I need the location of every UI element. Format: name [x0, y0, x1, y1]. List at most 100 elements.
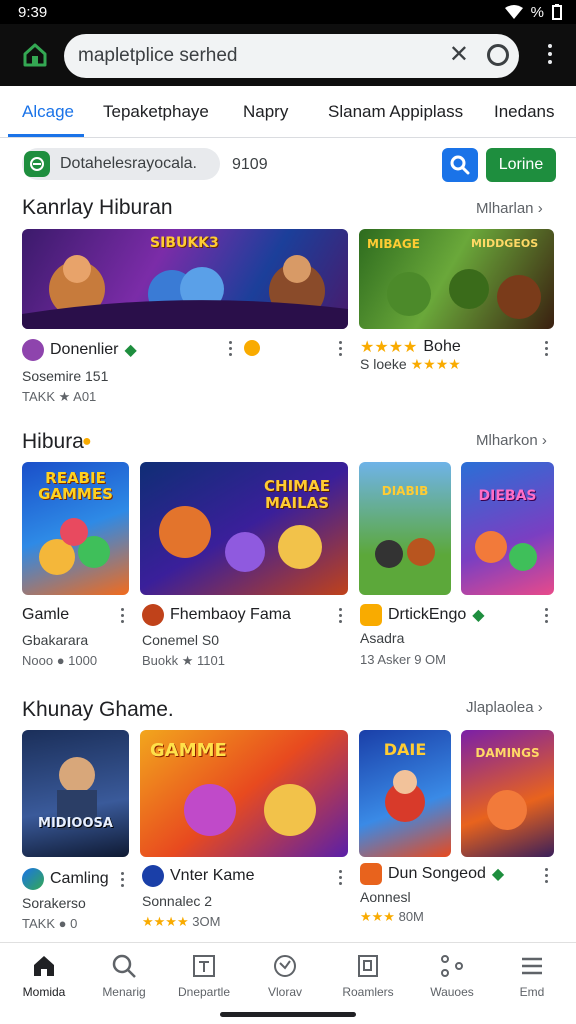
- home-button[interactable]: [20, 40, 50, 70]
- game-thumbnail[interactable]: GAMME: [140, 730, 348, 857]
- verified-icon: ◆: [472, 607, 485, 624]
- game-title[interactable]: Vnter Kame: [142, 865, 254, 887]
- login-button[interactable]: Lorine: [486, 148, 556, 182]
- developer-avatar: [360, 604, 382, 626]
- star-rating-icon: ★★★★: [142, 914, 189, 929]
- game-subtitle: Conemel S0: [142, 632, 220, 648]
- nav-item-menarig[interactable]: Menarig: [84, 953, 164, 999]
- game-title[interactable]: ★★★★ Bohe: [360, 337, 461, 357]
- thumb-art-text: DAMINGS: [475, 746, 540, 760]
- game-subtitle: Aonnesl: [360, 889, 411, 905]
- nav-item-emd[interactable]: Emd: [492, 953, 572, 999]
- thumb-art-text: CHIMAE MAILAS: [264, 477, 330, 512]
- more-options-icon[interactable]: [121, 608, 124, 623]
- game-title[interactable]: Fhembaoy Fama: [142, 604, 291, 626]
- game-thumbnail[interactable]: CHIMAE MAILAS: [140, 462, 348, 595]
- developer-avatar: [22, 339, 44, 361]
- star-rating-icon: ★★★★: [410, 356, 461, 372]
- section-more-link[interactable]: Mlharlan ›: [476, 200, 543, 217]
- game-banner[interactable]: MIBAGE MIDDGEOS: [359, 229, 554, 329]
- game-thumbnail[interactable]: REABIE GAMMES: [22, 462, 129, 595]
- game-subtitle: Sosemire 151: [22, 368, 109, 384]
- section-title: Kanrlay Hiburan: [22, 196, 173, 219]
- chip-label: Dotahelesrayocala.: [60, 155, 197, 172]
- game-title[interactable]: Gamle: [22, 606, 69, 624]
- developer-avatar: [142, 604, 164, 626]
- game-title[interactable]: Dun Songeod ◆: [360, 863, 504, 885]
- verified-icon: ◆: [124, 342, 137, 359]
- game-thumbnail[interactable]: DAIE: [359, 730, 451, 857]
- game-title[interactable]: Camling: [22, 868, 109, 890]
- nav-item-roamlers[interactable]: Roamlers: [328, 953, 408, 999]
- tab-tepaketphaye[interactable]: Tepaketphaye: [103, 102, 209, 122]
- more-options-icon[interactable]: [545, 868, 548, 883]
- clear-url-icon[interactable]: ✕: [449, 43, 469, 67]
- search-icon: [450, 155, 470, 175]
- game-title[interactable]: DrtickEngo ◆: [360, 604, 485, 626]
- nav-item-dnepartle[interactable]: Dnepartle: [164, 953, 244, 999]
- developer-avatar: [360, 863, 382, 885]
- more-options-icon[interactable]: [339, 341, 342, 356]
- search-button[interactable]: [442, 148, 478, 182]
- game-stats: Nooo ● 1000: [22, 653, 98, 668]
- game-thumbnail[interactable]: DIABIB: [359, 462, 451, 595]
- developer-avatar: [142, 865, 164, 887]
- result-count: 9109: [232, 156, 268, 173]
- nav-item-momida[interactable]: Momida: [4, 953, 84, 999]
- more-options-icon[interactable]: [545, 341, 548, 356]
- address-bar[interactable]: mapletplice serhed ✕: [64, 34, 519, 78]
- battery-icon: [552, 4, 562, 20]
- game-banner[interactable]: SIBUKK3: [22, 229, 348, 329]
- more-options-icon[interactable]: [339, 608, 342, 623]
- game-stats: TAKK ● 0: [22, 916, 78, 931]
- bulb-icon: ●: [82, 433, 92, 450]
- status-bar: 9:39 %: [0, 0, 576, 24]
- more-options-icon[interactable]: [339, 870, 342, 885]
- game-thumbnail[interactable]: MIDIOOSA: [22, 730, 129, 857]
- section-title: Khunay Ghame.: [22, 698, 174, 721]
- game-thumbnail[interactable]: DAMINGS: [461, 730, 554, 857]
- nav-item-wauoes[interactable]: Wauoes: [412, 953, 492, 999]
- game-subtitle: Gbakarara: [22, 632, 89, 648]
- banner-art-text: SIBUKK3: [150, 235, 219, 251]
- tab-slanam-appiplass[interactable]: Slanam Appiplass: [328, 102, 463, 122]
- reload-icon[interactable]: [487, 44, 509, 66]
- game-stats: ★★★ 80M: [360, 909, 424, 924]
- banner-art-text: MIDDGEOS: [471, 237, 539, 250]
- battery-percent: %: [530, 3, 544, 21]
- game-title[interactable]: Donenlier ◆: [22, 339, 137, 361]
- wifi-icon: [504, 5, 523, 19]
- chip-icon: [24, 151, 50, 177]
- category-tabs: Alcage Tepaketphaye Napry Slanam Appipla…: [0, 86, 576, 138]
- game-stats: TAKK ★ A01: [22, 389, 97, 404]
- game-stats: 13 Asker 9 OM: [360, 652, 446, 667]
- filter-chip[interactable]: Dotahelesrayocala.: [22, 148, 220, 180]
- thumb-art-text: DIEBAS: [478, 488, 537, 504]
- browser-toolbar: mapletplice serhed ✕: [0, 24, 576, 86]
- game-stats: Buokk ★ 1101: [142, 653, 225, 668]
- game-subtitle: Sorakerso: [22, 895, 86, 911]
- nav-item-vlorav[interactable]: Vlorav: [245, 953, 325, 999]
- document-icon: [193, 955, 215, 977]
- game-thumbnail[interactable]: DIEBAS: [461, 462, 554, 595]
- filter-row: Dotahelesrayocala. 9109 Lorine: [0, 144, 576, 184]
- tab-inedans[interactable]: Inedans: [494, 102, 555, 122]
- active-tab-indicator: [8, 134, 84, 137]
- developer-avatar: [22, 868, 44, 890]
- badge-icon: [244, 340, 260, 356]
- tab-napry[interactable]: Napry: [243, 102, 288, 122]
- section-more-link[interactable]: Jlaplaolea ›: [466, 699, 543, 716]
- more-options-icon[interactable]: [229, 341, 232, 356]
- section-more-link[interactable]: Mlharkon ›: [476, 432, 547, 449]
- more-options-icon[interactable]: [545, 608, 548, 623]
- more-options-icon[interactable]: [121, 872, 124, 887]
- compass-icon: [274, 955, 296, 977]
- browser-menu-icon[interactable]: [548, 44, 552, 64]
- menu-icon: [522, 957, 542, 975]
- game-subtitle: Asadra: [360, 630, 405, 646]
- thumb-art-text: REABIE GAMMES: [38, 469, 113, 503]
- share-icon: [441, 955, 463, 977]
- search-icon: [112, 954, 136, 978]
- tab-alcage[interactable]: Alcage: [22, 102, 74, 122]
- home-icon: [23, 43, 47, 67]
